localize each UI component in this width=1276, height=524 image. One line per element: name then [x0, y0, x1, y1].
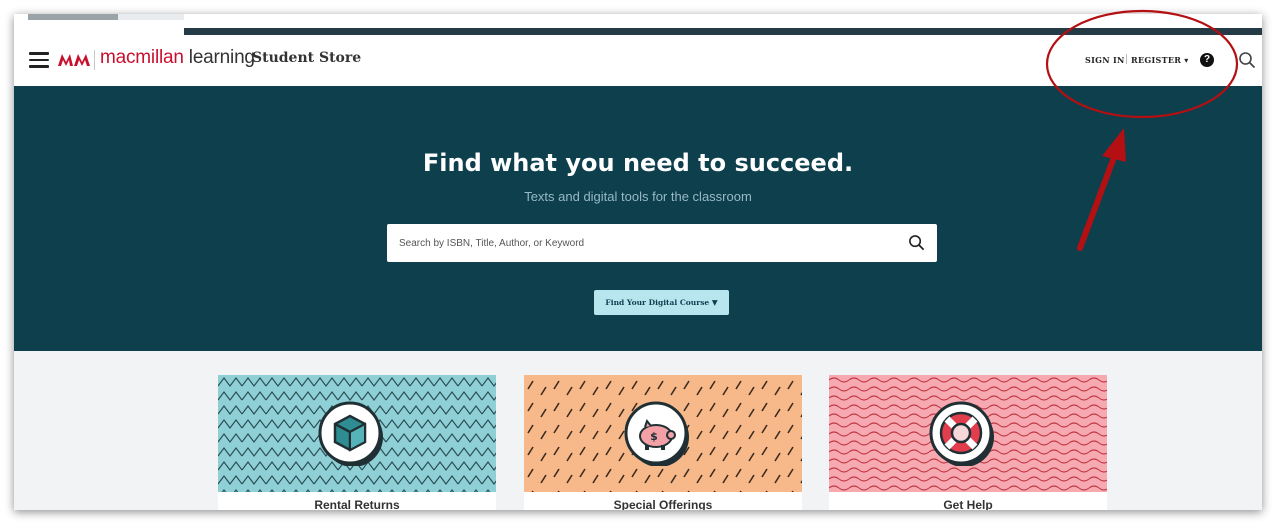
- hero-search-input[interactable]: [387, 224, 887, 262]
- browser-tab[interactable]: [28, 14, 118, 20]
- brand-name-prefix: macmillan: [100, 47, 184, 68]
- card-special-offerings[interactable]: $ Special Offerings: [524, 375, 802, 510]
- header-separator: [1126, 54, 1127, 64]
- store-title: Student Store: [252, 50, 362, 66]
- help-icon[interactable]: ?: [1200, 53, 1214, 67]
- card-get-help[interactable]: Get Help: [829, 375, 1107, 510]
- card-rental-returns[interactable]: Rental Returns: [218, 375, 496, 510]
- hero-subtitle: Texts and digital tools for the classroo…: [524, 189, 752, 204]
- register-dropdown[interactable]: REGISTER ▾: [1131, 55, 1189, 65]
- search-icon[interactable]: [908, 234, 925, 251]
- logo-divider: [94, 50, 95, 70]
- top-dark-bar: [184, 28, 1262, 35]
- top-strip: [14, 14, 1262, 36]
- browser-screenshot-frame: macmillan learning Student Store SIGN IN…: [14, 14, 1262, 510]
- card-title: Rental Returns: [314, 498, 400, 510]
- hero-search-box: [387, 224, 937, 262]
- card-title: Get Help: [943, 498, 993, 510]
- hero-banner: Find what you need to succeed. Texts and…: [14, 86, 1262, 351]
- feature-cards-section: Rental Returns $ Special Offerings Get H…: [14, 351, 1262, 510]
- sign-in-link[interactable]: SIGN IN: [1085, 55, 1125, 65]
- box-icon: [318, 401, 383, 466]
- svg-text:$: $: [650, 430, 658, 443]
- brand-name[interactable]: macmillan learning: [100, 47, 255, 69]
- search-icon[interactable]: [1238, 51, 1256, 69]
- hero-title: Find what you need to succeed.: [422, 149, 854, 177]
- macmillan-logo-icon[interactable]: [57, 50, 91, 70]
- brand-name-suffix: learning: [183, 47, 255, 68]
- piggy-bank-icon: $: [624, 401, 689, 466]
- browser-tab-active[interactable]: [118, 14, 184, 20]
- site-header: macmillan learning Student Store SIGN IN…: [14, 36, 1262, 86]
- card-title: Special Offerings: [613, 498, 713, 510]
- lifebuoy-icon: [929, 401, 994, 466]
- menu-icon[interactable]: [29, 52, 49, 68]
- find-digital-course-button[interactable]: Find Your Digital Course ▼: [594, 290, 729, 315]
